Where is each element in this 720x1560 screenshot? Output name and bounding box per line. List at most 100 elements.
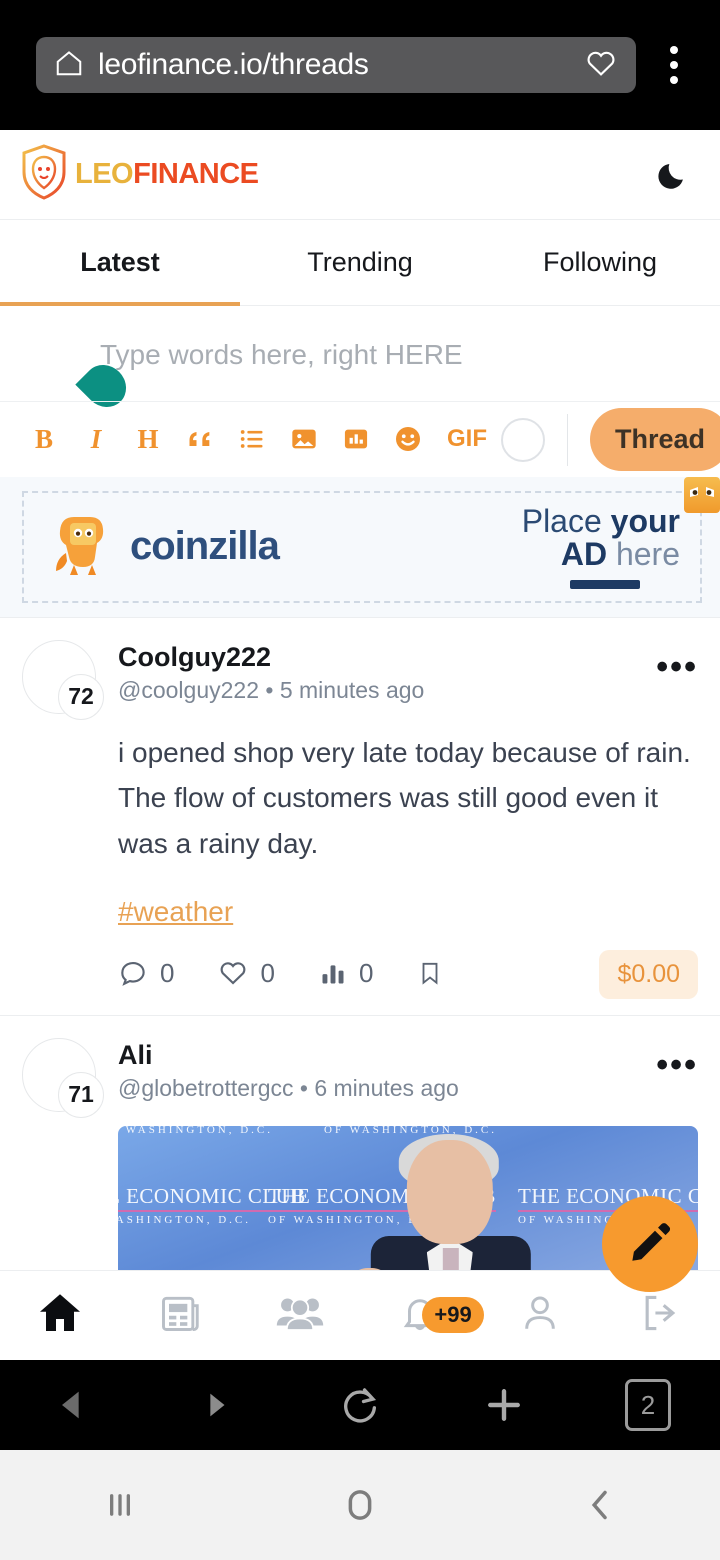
browser-reload-button[interactable] <box>288 1384 432 1426</box>
tab-latest[interactable]: Latest <box>0 220 240 306</box>
post-payout-badge[interactable]: $0.00 <box>599 949 698 999</box>
browser-forward-button[interactable] <box>144 1387 288 1423</box>
coinzilla-dragon-icon <box>52 509 114 584</box>
italic-button[interactable]: I <box>70 413 122 465</box>
post-author-name[interactable]: Coolguy222 <box>118 642 656 673</box>
comment-count: 0 <box>160 957 175 988</box>
kebab-menu-icon[interactable] <box>646 46 702 84</box>
watermark-subtitle: OF WASHINGTON, D.C. <box>118 1213 252 1226</box>
browser-new-tab-button[interactable] <box>432 1383 576 1427</box>
list-icon[interactable] <box>226 413 278 465</box>
bookmark-icon[interactable] <box>417 958 443 988</box>
watermark-subtitle: OF WASHINGTON, D.C. <box>324 1125 498 1136</box>
person-icon <box>519 1291 561 1340</box>
nav-item-feed[interactable] <box>120 1291 240 1340</box>
post-more-options-icon[interactable]: ••• <box>656 640 698 684</box>
tab-trending[interactable]: Trending <box>240 220 480 305</box>
nav-item-home[interactable] <box>0 1289 120 1342</box>
meta-separator: • <box>265 676 274 703</box>
url-text[interactable]: leofinance.io/threads <box>98 48 570 82</box>
people-icon <box>275 1291 325 1340</box>
video-watermark: THE ECONOMIC CLUB OF WASHINGTON, D.C. <box>118 1184 306 1226</box>
video-watermark: OF WASHINGTON, D.C. <box>324 1126 497 1136</box>
compose-fab-button[interactable] <box>602 1196 698 1292</box>
avatar[interactable]: 72 <box>22 639 104 720</box>
nav-item-notifications[interactable]: +99 <box>360 1291 484 1340</box>
ad-line2-bold: AD <box>560 536 608 573</box>
kebab-dot <box>670 46 678 54</box>
browser-tab-switcher[interactable]: 2 <box>576 1379 720 1431</box>
browser-top-bar: leofinance.io/threads <box>0 0 720 130</box>
leofinance-logo[interactable]: LEOFINANCE <box>20 144 259 205</box>
thread-composer: Type words here, right HERE B I H GIF Th… <box>0 306 720 477</box>
post-author-handle[interactable]: @globetrottergcc <box>118 1075 294 1101</box>
newspaper-icon <box>158 1291 202 1340</box>
brand-leo-text: LEO <box>75 158 134 190</box>
recents-icon[interactable] <box>0 1485 240 1525</box>
coinzilla-mascot-icon[interactable] <box>684 476 720 513</box>
char-count-indicator <box>501 417 545 462</box>
ad-cta[interactable]: Place your AD here <box>522 504 690 589</box>
coinzilla-brand: coinzilla <box>52 509 280 584</box>
ad-underline <box>570 579 640 589</box>
like-action[interactable]: 0 <box>218 957 275 989</box>
post-meta: Ali @globetrottergcc • 6 minutes ago <box>118 1038 656 1102</box>
post-header: 72 Coolguy222 @coolguy222 • 5 minutes ag… <box>22 639 698 720</box>
logout-icon <box>637 1291 683 1340</box>
emoji-icon[interactable] <box>382 413 434 465</box>
nav-item-communities[interactable] <box>240 1291 360 1340</box>
home-icon[interactable] <box>54 48 84 83</box>
moon-icon[interactable] <box>650 152 696 198</box>
tab-following-label: Following <box>542 247 658 277</box>
post-hashtag[interactable]: #weather <box>118 896 233 928</box>
post-body-text: i opened shop very late today because of… <box>118 736 691 859</box>
browser-url-bar[interactable]: leofinance.io/threads <box>36 37 636 93</box>
kebab-dot <box>670 61 678 69</box>
avatar[interactable]: 71 <box>22 1037 104 1118</box>
video-watermark: OF WASHINGTON, D.C. <box>118 1126 273 1136</box>
like-count: 0 <box>260 957 275 988</box>
post-more-options-icon[interactable]: ••• <box>656 1038 698 1082</box>
quote-icon[interactable] <box>174 413 226 465</box>
ad-inner[interactable]: coinzilla Place your AD here <box>22 490 702 603</box>
poll-icon[interactable] <box>330 413 382 465</box>
pencil-icon <box>627 1219 673 1270</box>
meta-separator: • <box>299 1074 308 1101</box>
post-timestamp: 5 minutes ago <box>279 676 425 703</box>
comment-action[interactable]: 0 <box>118 958 174 989</box>
post-author-name[interactable]: Ali <box>118 1040 656 1071</box>
notification-badge: +99 <box>422 1297 484 1333</box>
app-bottom-nav: +99 <box>0 1270 720 1360</box>
advertisement-banner[interactable]: coinzilla Place your AD here <box>0 476 720 617</box>
bold-button[interactable]: B <box>18 413 70 465</box>
image-icon[interactable] <box>278 413 330 465</box>
post-meta: Coolguy222 @coolguy222 • 5 minutes ago <box>118 640 656 704</box>
feed-tabs: Latest Trending Following <box>0 220 720 306</box>
views-action[interactable]: 0 <box>319 958 373 989</box>
kebab-dot <box>670 76 678 84</box>
tab-latest-label: Latest <box>80 247 160 277</box>
browser-bottom-bar: 2 <box>0 1360 720 1450</box>
tab-following[interactable]: Following <box>480 220 720 305</box>
android-system-nav <box>0 1450 720 1560</box>
nav-item-profile[interactable] <box>480 1291 600 1340</box>
gif-button[interactable]: GIF <box>434 413 500 465</box>
post-timestamp: 6 minutes ago <box>314 1074 459 1101</box>
post-author-handle[interactable]: @coolguy222 <box>118 677 259 703</box>
watermark-title: THE ECONOMIC CLUB <box>118 1183 306 1208</box>
home-circle-icon[interactable] <box>240 1484 480 1526</box>
thread-post[interactable]: 72 Coolguy222 @coolguy222 • 5 minutes ag… <box>0 616 720 1015</box>
lion-shield-icon <box>20 144 68 205</box>
home-filled-icon <box>36 1289 84 1342</box>
heading-button[interactable]: H <box>122 413 174 465</box>
person-head <box>406 1139 493 1244</box>
composer-toolbar: B I H GIF Thread <box>0 400 720 477</box>
heart-icon[interactable] <box>584 47 618 84</box>
post-header: 71 Ali @globetrottergcc • 6 minutes ago … <box>22 1037 698 1118</box>
back-chevron-icon[interactable] <box>480 1485 720 1525</box>
toolbar-divider <box>567 413 568 466</box>
submit-thread-button[interactable]: Thread <box>590 408 720 472</box>
browser-back-button[interactable] <box>0 1385 144 1425</box>
nav-item-logout[interactable] <box>600 1291 720 1340</box>
views-count: 0 <box>358 957 374 988</box>
